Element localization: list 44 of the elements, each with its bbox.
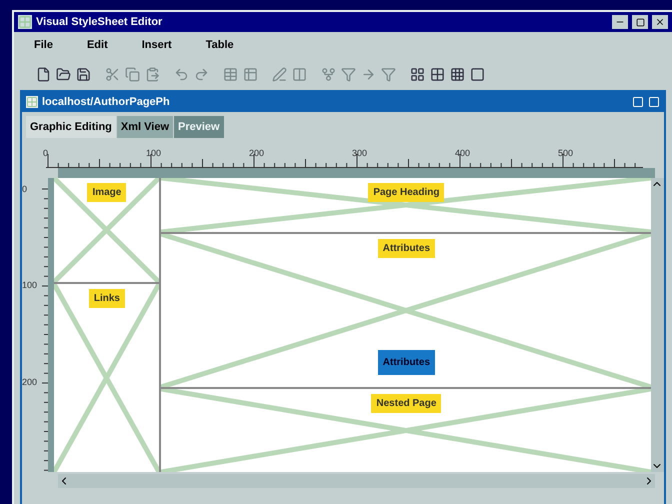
minimize-button[interactable] xyxy=(612,15,628,29)
ruler-label: 300 xyxy=(352,148,368,158)
region-label[interactable]: Links xyxy=(88,289,125,308)
ruler-label: 100 xyxy=(146,148,162,158)
ruler-label: 0 xyxy=(43,148,48,158)
region-label[interactable]: Attributes xyxy=(378,350,436,375)
ruler-label: 500 xyxy=(558,148,574,158)
layout-region[interactable]: Links xyxy=(54,282,160,472)
document-title: localhost/AuthorPagePh xyxy=(42,94,170,110)
vertical-scrollbar[interactable] xyxy=(651,178,664,472)
region-label[interactable]: Attributes xyxy=(378,239,436,258)
maximize-icon[interactable] xyxy=(648,96,660,108)
document-icon xyxy=(26,96,38,108)
layout-region[interactable]: Image xyxy=(54,178,160,282)
new-file-icon[interactable] xyxy=(36,66,51,82)
region-label[interactable]: Nested Page xyxy=(371,394,442,413)
window-title: Visual StyleSheet Editor xyxy=(36,14,162,30)
maximize-button[interactable] xyxy=(632,15,648,29)
region-label[interactable]: Page Heading xyxy=(368,183,444,202)
layout-region[interactable]: Page Heading xyxy=(161,178,652,232)
close-icon xyxy=(655,17,665,27)
tab[interactable]: Graphic Editing xyxy=(26,116,116,138)
grid-icon[interactable] xyxy=(430,66,445,82)
maximize-icon xyxy=(636,18,644,26)
horizontal-scrollbar[interactable] xyxy=(58,474,655,488)
grid-icon[interactable] xyxy=(410,66,425,82)
ruler-label: 100 xyxy=(22,280,38,290)
menu-item[interactable]: Edit xyxy=(86,36,108,54)
menu-item[interactable]: Table xyxy=(206,36,234,54)
tab[interactable]: Xml View xyxy=(116,116,174,138)
ruler-label: 200 xyxy=(22,376,38,387)
ruler-label: 0 xyxy=(22,184,28,194)
region-label[interactable]: Image xyxy=(87,183,126,202)
ruler-label: 400 xyxy=(455,148,470,158)
app-icon xyxy=(18,15,32,29)
layout-region[interactable]: Attributes Attributes xyxy=(161,232,652,387)
ruler-label: 200 xyxy=(249,148,264,158)
close-button[interactable] xyxy=(652,15,668,29)
grid-icon[interactable] xyxy=(450,66,465,82)
folder-icon[interactable] xyxy=(56,66,71,82)
square-icon[interactable] xyxy=(470,66,485,82)
save-icon[interactable] xyxy=(76,66,91,82)
menu-item[interactable]: File xyxy=(34,36,53,54)
menu-item[interactable]: Insert xyxy=(142,36,172,54)
